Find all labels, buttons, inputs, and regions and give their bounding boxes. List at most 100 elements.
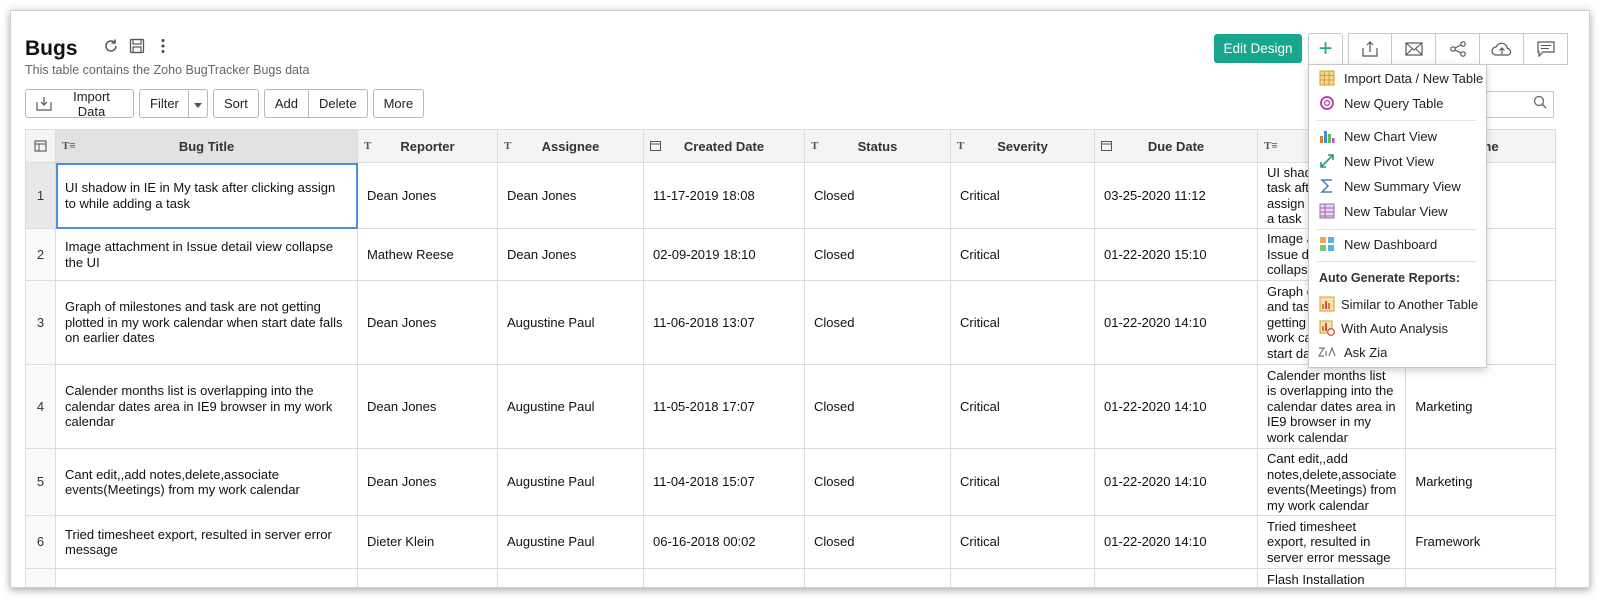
cell-reporter[interactable]: Dean Jones <box>357 280 498 365</box>
row-number[interactable]: 1 <box>25 162 56 229</box>
row-number[interactable] <box>25 568 56 587</box>
row-number[interactable]: 3 <box>25 280 56 365</box>
cell-reporter[interactable]: Dean Jones <box>357 448 498 516</box>
cell-created-date[interactable]: 11-17-2019 18:08 <box>643 162 805 229</box>
cell-reporter[interactable]: Dean Jones <box>357 364 498 449</box>
cell-name[interactable]: Marketing <box>1405 448 1557 516</box>
cell-status[interactable] <box>804 568 951 587</box>
edit-design-button[interactable]: Edit Design <box>1214 34 1302 63</box>
cell-reporter[interactable]: Dean Jones <box>357 162 498 229</box>
export-icon[interactable] <box>1348 33 1392 65</box>
cell-status[interactable]: Closed <box>804 364 951 449</box>
cell-bug-title[interactable]: Cant edit,,add notes,delete,associate ev… <box>55 448 358 516</box>
menu-item-new-summary-view[interactable]: New Summary View <box>1309 175 1486 197</box>
cell-bug-title[interactable]: Graph of milestones and task are not get… <box>55 280 358 365</box>
cell-created-date[interactable]: 11-04-2018 15:07 <box>643 448 805 516</box>
column-header-severity[interactable]: T Severity <box>950 129 1095 163</box>
cell-reporter[interactable]: Mathew Reese <box>357 228 498 281</box>
menu-item-ask-zia[interactable]: Ask Zia <box>1309 341 1486 363</box>
more-button[interactable]: More <box>372 89 425 118</box>
cell-status[interactable]: Closed <box>804 515 951 569</box>
cell-description[interactable]: Tried timesheet export, resulted in serv… <box>1256 515 1407 569</box>
cell-description[interactable]: Calender months list is overlapping into… <box>1256 364 1407 449</box>
cell-due-date[interactable]: 01-22-2020 14:10 <box>1094 515 1258 569</box>
table-row[interactable]: 6 Tried timesheet export, resulted in ser… <box>25 515 1557 569</box>
filter-button[interactable]: Filter <box>139 89 189 118</box>
cell-bug-title[interactable]: Calender months list is overlapping into… <box>55 364 358 449</box>
row-number[interactable]: 5 <box>25 448 56 516</box>
cell-due-date[interactable]: 01-22-2020 14:10 <box>1094 364 1258 449</box>
row-number[interactable]: 6 <box>25 515 56 569</box>
cell-bug-title[interactable]: UI shadow in IE in My task after clickin… <box>55 162 358 229</box>
column-header-status[interactable]: T Status <box>804 129 951 163</box>
column-header-bug-title[interactable]: T≡ Bug Title <box>55 129 358 163</box>
cell-assignee[interactable]: Dean Jones <box>497 228 644 281</box>
cell-assignee[interactable]: Augustine Paul <box>497 448 644 516</box>
cell-severity[interactable]: Critical <box>950 162 1095 229</box>
menu-item-new-chart-view[interactable]: New Chart View <box>1309 125 1486 147</box>
column-header-created-date[interactable]: Created Date <box>643 129 805 163</box>
filter-dropdown-button[interactable] <box>189 89 208 118</box>
table-row[interactable]: 5 Cant edit,,add notes,delete,associate e… <box>25 448 1557 516</box>
cell-due-date[interactable]: 01-22-2020 14:10 <box>1094 280 1258 365</box>
row-number[interactable]: 4 <box>25 364 56 449</box>
menu-item-with-auto-analysis[interactable]: With Auto Analysis <box>1309 317 1486 339</box>
sort-button[interactable]: Sort <box>213 89 259 118</box>
table-row[interactable]: 4 Calender months list is overlapping int… <box>25 364 1557 449</box>
cell-bug-title[interactable] <box>55 568 358 587</box>
cell-created-date[interactable]: 11-06-2018 13:07 <box>643 280 805 365</box>
cell-assignee[interactable] <box>497 568 644 587</box>
cell-created-date[interactable] <box>643 568 805 587</box>
column-header-assignee[interactable]: T Assignee <box>497 129 644 163</box>
cell-created-date[interactable]: 02-09-2019 18:10 <box>643 228 805 281</box>
cell-bug-title[interactable]: Tried timesheet export, resulted in serv… <box>55 515 358 569</box>
column-header-reporter[interactable]: T Reporter <box>357 129 498 163</box>
cell-reporter[interactable] <box>357 568 498 587</box>
cell-assignee[interactable]: Dean Jones <box>497 162 644 229</box>
cell-name[interactable]: Framework <box>1405 515 1557 569</box>
table-row[interactable]: Flash Installation <box>25 568 1557 587</box>
menu-item-new-pivot-view[interactable]: New Pivot View <box>1309 150 1486 172</box>
delete-button[interactable]: Delete <box>308 89 368 118</box>
add-button[interactable]: Add <box>263 89 309 118</box>
share-icon[interactable] <box>1436 33 1480 65</box>
cell-status[interactable]: Closed <box>804 280 951 365</box>
cell-bug-title[interactable]: Image attachment in Issue detail view co… <box>55 228 358 281</box>
cell-created-date[interactable]: 11-05-2018 17:07 <box>643 364 805 449</box>
cell-due-date[interactable]: 01-22-2020 15:10 <box>1094 228 1258 281</box>
row-number[interactable]: 2 <box>25 228 56 281</box>
cell-assignee[interactable]: Augustine Paul <box>497 280 644 365</box>
column-header-due-date[interactable]: Due Date <box>1094 129 1258 163</box>
cell-name[interactable] <box>1405 568 1557 587</box>
cell-created-date[interactable]: 06-16-2018 00:02 <box>643 515 805 569</box>
cell-due-date[interactable] <box>1094 568 1258 587</box>
cell-severity[interactable]: Critical <box>950 448 1095 516</box>
row-select-header[interactable] <box>25 129 56 163</box>
cell-reporter[interactable]: Dieter Klein <box>357 515 498 569</box>
cell-due-date[interactable]: 03-25-2020 11:12 <box>1094 162 1258 229</box>
cell-status[interactable]: Closed <box>804 162 951 229</box>
cell-description[interactable]: Flash Installation <box>1256 568 1407 587</box>
cell-description[interactable]: Cant edit,,add notes,delete,associate ev… <box>1256 448 1407 516</box>
cell-due-date[interactable]: 01-22-2020 14:10 <box>1094 448 1258 516</box>
import-data-button[interactable]: Import Data <box>25 89 134 119</box>
cloud-upload-icon[interactable] <box>1480 33 1524 65</box>
menu-item-new-dashboard[interactable]: New Dashboard <box>1309 233 1486 255</box>
menu-item-new-query-table[interactable]: New Query Table <box>1309 92 1486 114</box>
more-vertical-icon[interactable] <box>154 37 172 55</box>
save-icon[interactable] <box>128 37 146 55</box>
search-input[interactable] <box>1487 91 1554 118</box>
cell-assignee[interactable]: Augustine Paul <box>497 515 644 569</box>
cell-assignee[interactable]: Augustine Paul <box>497 364 644 449</box>
cell-status[interactable]: Closed <box>804 228 951 281</box>
refresh-icon[interactable] <box>102 37 120 55</box>
comment-icon[interactable] <box>1524 33 1568 65</box>
cell-name[interactable]: Marketing <box>1405 364 1557 449</box>
cell-severity[interactable]: Critical <box>950 364 1095 449</box>
menu-item-new-tabular-view[interactable]: New Tabular View <box>1309 200 1486 222</box>
cell-status[interactable]: Closed <box>804 448 951 516</box>
cell-severity[interactable]: Critical <box>950 280 1095 365</box>
cell-severity[interactable]: Critical <box>950 515 1095 569</box>
email-icon[interactable] <box>1392 33 1436 65</box>
create-new-button[interactable]: + <box>1308 33 1343 65</box>
